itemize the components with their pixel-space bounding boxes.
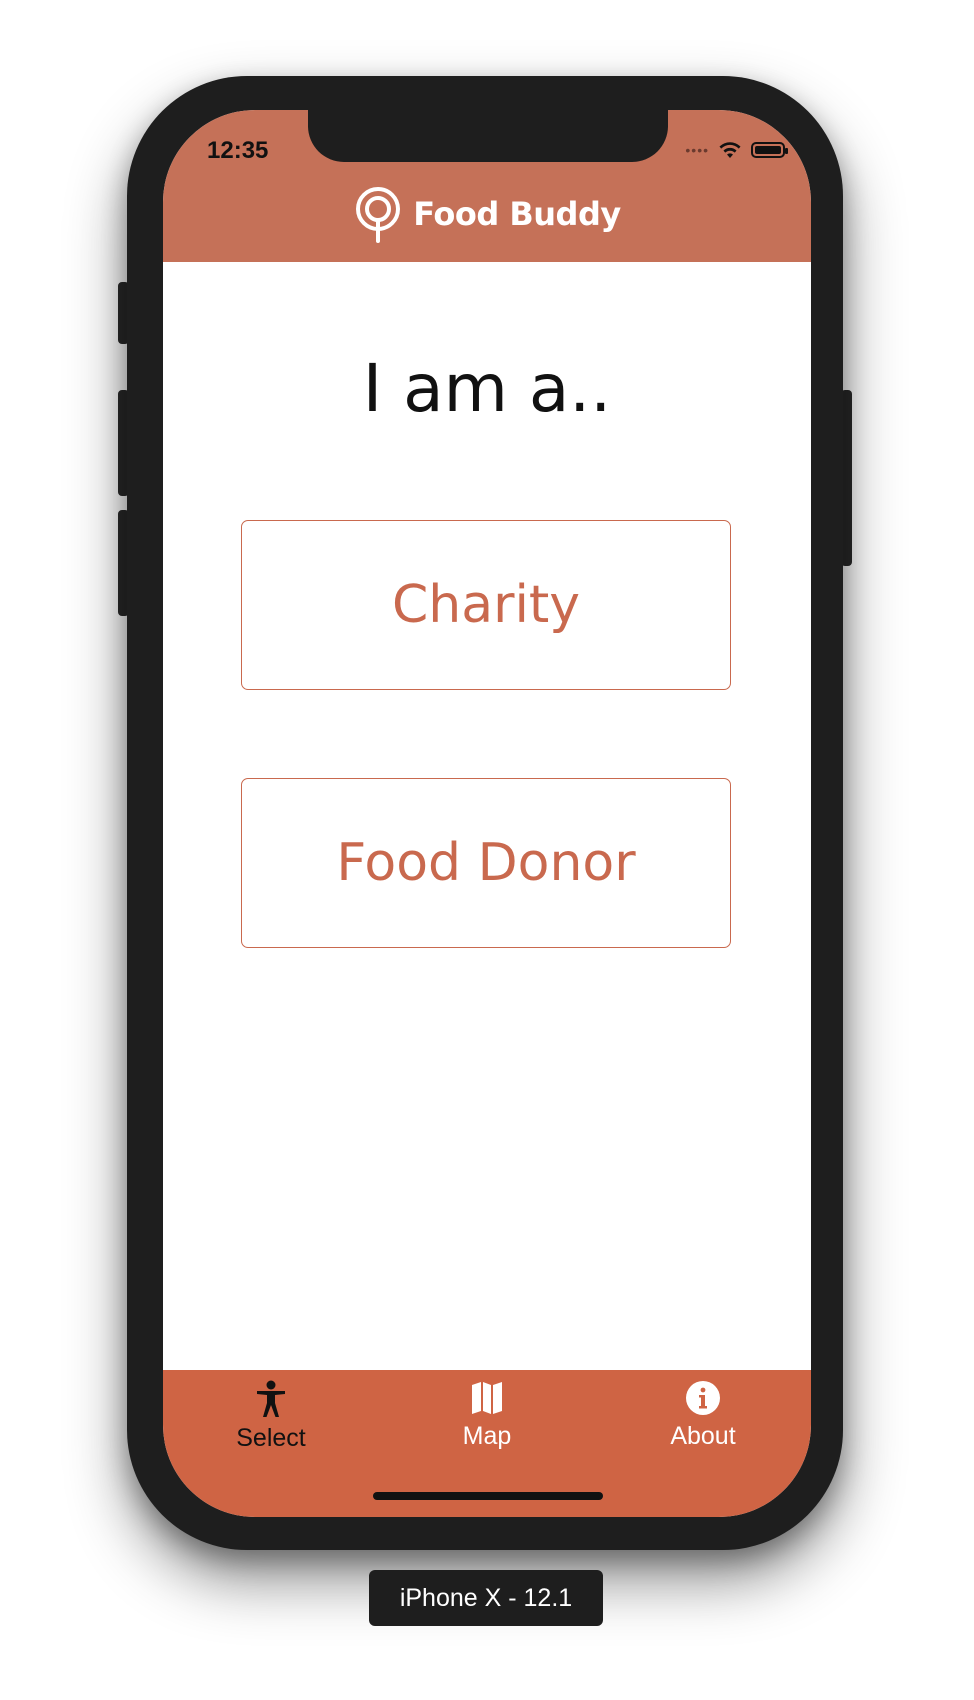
brand: Food Buddy [163, 185, 811, 243]
signal-icon: •••• [685, 142, 709, 158]
simulator-device-label: iPhone X - 12.1 [369, 1570, 603, 1626]
info-icon [686, 1381, 720, 1415]
tab-about-label: About [670, 1422, 736, 1450]
phone-screen: 12:35 •••• Food Buddy I am a.. Charity F… [163, 110, 811, 1517]
map-icon [472, 1382, 502, 1414]
status-time: 12:35 [207, 137, 269, 164]
notch [308, 110, 668, 162]
status-indicators: •••• [685, 140, 788, 160]
accessibility-person-icon [257, 1380, 285, 1417]
location-pin-icon [356, 187, 401, 243]
food-donor-button-label: Food Donor [336, 833, 636, 893]
food-donor-button[interactable]: Food Donor [241, 778, 731, 948]
wifi-icon [719, 142, 741, 158]
tab-select-label: Select [236, 1424, 306, 1452]
home-indicator [373, 1492, 603, 1500]
tab-about[interactable]: About [623, 1380, 783, 1451]
app-header: 12:35 •••• Food Buddy [163, 110, 811, 262]
page-title: I am a.. [362, 350, 612, 427]
charity-button-label: Charity [391, 575, 581, 635]
tab-map-label: Map [462, 1422, 512, 1450]
charity-button[interactable]: Charity [241, 520, 731, 690]
tab-map[interactable]: Map [407, 1380, 567, 1451]
app-name: Food Buddy [413, 195, 621, 233]
battery-icon [751, 142, 788, 158]
tab-select[interactable]: Select [191, 1380, 351, 1453]
tab-bar: Select Map About [163, 1370, 811, 1517]
